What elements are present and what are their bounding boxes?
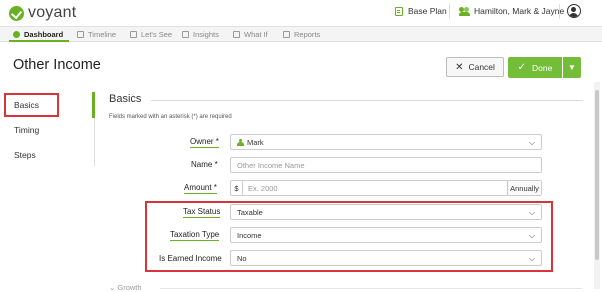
amount-placeholder: Ex. 2000 [248, 183, 278, 193]
account-icon[interactable] [567, 4, 581, 18]
tab-label: Reports [294, 30, 321, 39]
name-input[interactable]: Other Income Name [230, 157, 542, 173]
done-button[interactable]: ✓ Done [508, 57, 562, 78]
page-title: Other Income [13, 57, 101, 73]
tab-label: Insights [193, 30, 219, 39]
sidebar-item-timing[interactable]: Timing [14, 125, 39, 135]
voyant-logo[interactable]: voyant [9, 4, 76, 22]
sidebar-active-indicator [92, 92, 95, 118]
top-bar: voyant Base Plan Hamilton, Mark & Jayne [0, 0, 602, 26]
tab-label: Timeline [88, 30, 117, 39]
owner-label: Owner * [190, 137, 219, 146]
cancel-label: Cancel [468, 62, 495, 72]
name-placeholder: Other Income Name [237, 160, 305, 170]
done-label: Done [532, 62, 553, 73]
chart-icon [130, 31, 137, 38]
users-icon [459, 6, 470, 16]
plan-icon [395, 6, 403, 16]
household-label: Hamilton, Mark & Jayne [474, 6, 565, 16]
scrollbar-thumb[interactable] [595, 90, 599, 260]
voyant-logo-icon [9, 5, 24, 21]
cancel-button[interactable]: ✕ Cancel [446, 57, 504, 77]
growth-label: Growth [117, 283, 142, 292]
person-icon [237, 138, 244, 146]
checkmark-icon: ✓ [517, 62, 527, 73]
plan-label: Base Plan [408, 6, 447, 16]
tab-label: Dashboard [24, 30, 64, 39]
header-divider [449, 4, 450, 19]
plan-selector[interactable]: Base Plan [395, 6, 447, 16]
owner-value: Mark [247, 137, 264, 147]
amount-field: $ Ex. 2000 Annually [230, 180, 542, 196]
currency-prefix: $ [231, 181, 243, 195]
section-title: Basics [109, 93, 142, 105]
close-icon: ✕ [455, 61, 464, 73]
chat-icon [233, 31, 240, 38]
tab-insights[interactable]: Insights [182, 27, 219, 42]
header-divider [559, 4, 560, 19]
amount-input[interactable]: Ex. 2000 [243, 181, 507, 195]
document-icon [283, 31, 290, 38]
main-nav: Dashboard Timeline Let's See Insights Wh… [0, 26, 602, 42]
required-note: Fields marked with an asterisk (*) are r… [109, 114, 232, 120]
owner-select[interactable]: Mark ⌵ [230, 134, 542, 150]
growth-section-toggle[interactable]: ⌄ Growth [109, 283, 142, 292]
done-options-button[interactable]: ▼ [563, 57, 581, 78]
section-divider [151, 100, 583, 101]
tab-timeline[interactable]: Timeline [77, 27, 116, 42]
tab-lets-see[interactable]: Let's See [130, 27, 172, 42]
tab-label: What If [244, 30, 268, 39]
chevron-down-icon: ▼ [568, 63, 576, 72]
timeline-icon [77, 31, 84, 38]
dashboard-icon [13, 31, 20, 38]
tab-label: Let's See [141, 30, 173, 39]
name-label: Name * [191, 160, 218, 169]
chevron-down-icon: ⌵ [528, 138, 535, 147]
tax-fields-highlight-box [145, 201, 553, 272]
tab-what-if[interactable]: What If [233, 27, 268, 42]
active-tab-indicator [9, 40, 69, 42]
lightbulb-icon [182, 31, 189, 38]
brand-name: voyant [28, 4, 77, 21]
basics-highlight-box [4, 93, 59, 117]
frequency-suffix: Annually [507, 181, 541, 195]
tab-reports[interactable]: Reports [283, 27, 320, 42]
sidebar-item-steps[interactable]: Steps [14, 150, 36, 160]
household-selector[interactable]: Hamilton, Mark & Jayne [459, 6, 564, 16]
amount-label: Amount * [184, 183, 217, 192]
